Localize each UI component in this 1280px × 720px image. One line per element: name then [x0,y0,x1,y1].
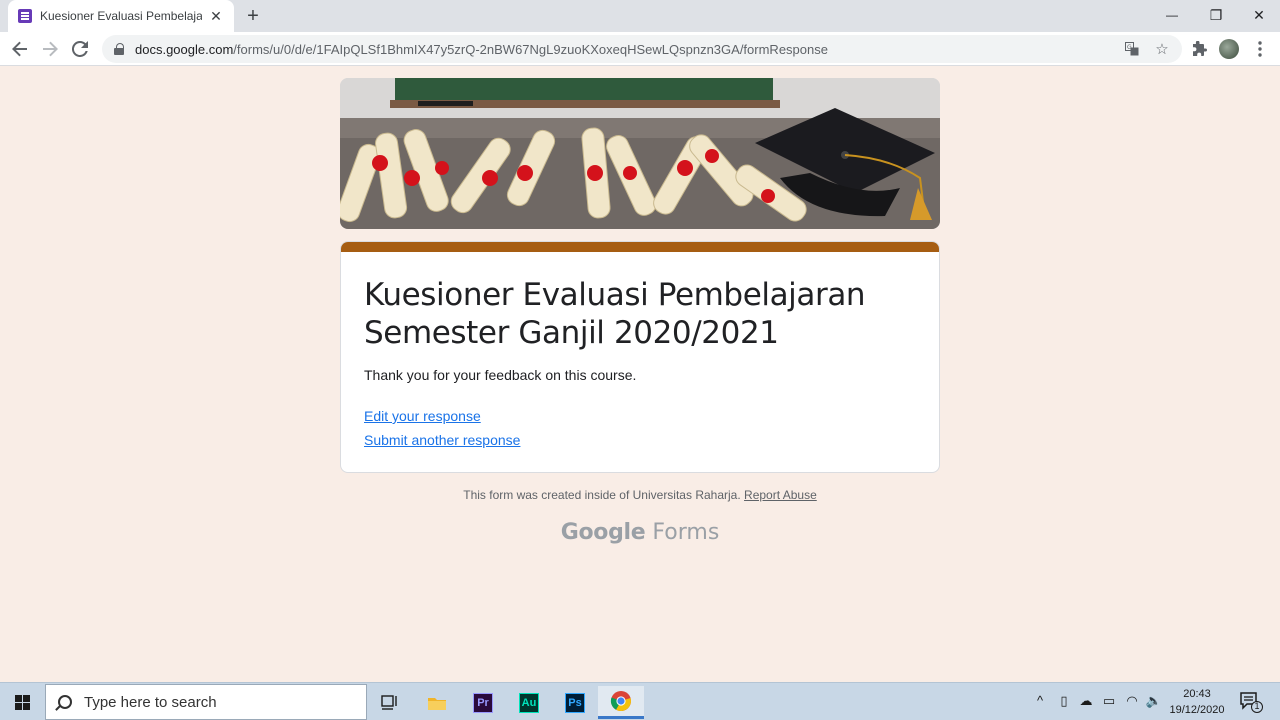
new-tab-button[interactable]: + [242,5,264,27]
google-forms-favicon-icon [18,9,32,23]
form-confirmation-card: Kuesioner Evaluasi Pembelajaran Semester… [340,241,940,473]
browser-toolbar: docs.google.com/forms/u/0/d/e/1FAIpQLSf1… [0,32,1280,66]
card-accent-bar [341,242,939,252]
system-clock[interactable]: 20:43 19/12/2020 [1166,686,1228,718]
forms-wordmark: Forms [652,520,720,545]
tab-close-icon[interactable]: ✕ [208,8,224,24]
form-footer-note: This form was created inside of Universi… [340,488,940,502]
extensions-puzzle-icon[interactable] [1188,37,1212,61]
minimize-icon: — [1166,8,1178,22]
google-wordmark: Google [560,520,646,545]
audition-icon: Au [519,692,539,713]
onedrive-cloud-icon[interactable]: ☁ [1077,693,1095,709]
task-view-button[interactable] [367,686,413,719]
taskbar-search-box[interactable]: Type here to search [45,684,367,720]
form-title-line-2: Semester Ganjil 2020/2021 [364,315,779,351]
translate-icon[interactable]: G [1122,39,1142,59]
audition-button[interactable]: Au [506,686,552,719]
back-button[interactable] [8,37,32,61]
submit-another-response-link[interactable]: Submit another response [364,432,520,448]
restore-icon: ❐ [1209,6,1223,23]
file-explorer-button[interactable] [414,686,460,719]
edit-response-link[interactable]: Edit your response [364,408,481,424]
volume-icon[interactable]: 🔈 [1145,693,1163,709]
chrome-icon [610,691,631,712]
task-view-icon [381,694,397,710]
close-window-button[interactable]: ✕ [1237,0,1280,30]
search-placeholder: Type here to search [84,693,217,711]
tab-title: Kuesioner Evaluasi Pembelajaran [40,9,202,23]
bookmark-star-icon[interactable]: ☆ [1152,39,1172,59]
folder-icon [428,697,446,710]
google-forms-logo[interactable]: Google Forms [340,520,940,545]
photoshop-icon: Ps [565,692,585,713]
meet-now-icon[interactable]: ▯ [1055,693,1073,709]
clock-date: 19/12/2020 [1169,704,1225,716]
reload-icon [72,41,88,57]
search-icon [58,695,72,709]
photoshop-button[interactable]: Ps [552,686,598,719]
action-center-button[interactable]: 1 [1238,691,1264,713]
tab-strip: Kuesioner Evaluasi Pembelajaran ✕ + — ❐ … [0,0,1280,32]
restore-button[interactable]: ❐ [1194,0,1238,30]
form-title: Kuesioner Evaluasi Pembelajaran Semester… [364,276,866,352]
chrome-menu-kebab-icon[interactable] [1248,37,1272,61]
chrome-taskbar-button[interactable] [598,686,644,719]
wifi-icon[interactable]: ◠ [1123,693,1141,709]
clock-time: 20:43 [1183,688,1211,700]
show-hidden-icons-chevron-icon[interactable]: ^ [1031,693,1049,708]
form-owner-note: This form was created inside of Universi… [463,488,741,502]
confirmation-message: Thank you for your feedback on this cour… [364,367,637,383]
start-button[interactable] [0,683,45,720]
profile-avatar[interactable] [1219,39,1239,59]
form-title-line-1: Kuesioner Evaluasi Pembelajaran [364,277,866,313]
premiere-pro-icon: Pr [473,692,493,713]
minimize-button[interactable]: — [1150,0,1194,30]
back-arrow-icon [12,41,27,57]
report-abuse-link[interactable]: Report Abuse [744,488,817,502]
address-bar[interactable]: docs.google.com/forms/u/0/d/e/1FAIpQLSf1… [102,35,1182,63]
windows-logo-icon [15,694,30,710]
browser-tab[interactable]: Kuesioner Evaluasi Pembelajaran ✕ [8,0,234,32]
notification-count-badge: 1 [1254,701,1260,711]
close-icon: ✕ [1253,6,1265,23]
premiere-pro-button[interactable]: Pr [460,686,506,719]
windows-taskbar: Type here to search Pr Au Ps ^ ▯ ☁ ▭ ◠ 🔈… [0,682,1280,720]
lock-icon [114,43,124,55]
forward-arrow-icon [43,41,58,57]
form-header-banner [340,78,940,229]
forward-button[interactable] [38,37,62,61]
reload-button[interactable] [68,37,92,61]
battery-icon[interactable]: ▭ [1100,693,1118,709]
url-text: docs.google.com/forms/u/0/d/e/1FAIpQLSf1… [135,41,828,57]
svg-text:G: G [1127,44,1132,51]
